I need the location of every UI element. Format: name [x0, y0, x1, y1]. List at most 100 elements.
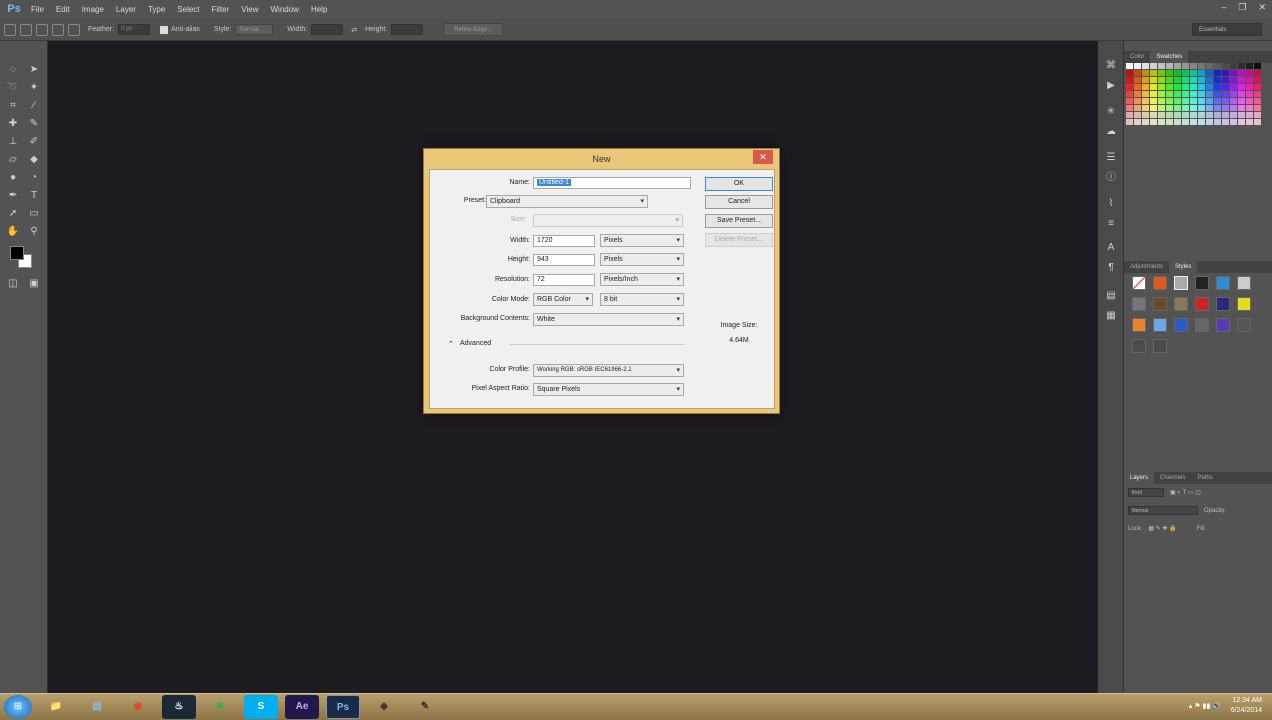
- marquee-tool-icon[interactable]: [4, 23, 16, 36]
- swatch-cell[interactable]: [1198, 77, 1205, 83]
- swatch-cell[interactable]: [1150, 112, 1157, 118]
- swatch-cell[interactable]: [1174, 105, 1181, 111]
- preset-select[interactable]: Clipboard: [486, 195, 648, 208]
- history-icon[interactable]: ⌘: [1104, 59, 1118, 73]
- swatch-cell[interactable]: [1158, 63, 1165, 69]
- swatch-cell[interactable]: [1126, 119, 1133, 125]
- swatch-cell[interactable]: [1182, 105, 1189, 111]
- color-profile-select[interactable]: Working RGB: sRGB IEC61966-2.1: [533, 364, 684, 377]
- explorer-icon[interactable]: 📁: [39, 695, 73, 719]
- eyedropper-icon[interactable]: ⁄: [27, 99, 41, 113]
- swatch-cell[interactable]: [1222, 70, 1229, 76]
- menu-file[interactable]: File: [25, 0, 50, 19]
- swatch-cell[interactable]: [1142, 63, 1149, 69]
- width-input[interactable]: 1720: [533, 235, 595, 247]
- swatch-cell[interactable]: [1166, 63, 1173, 69]
- style-swatch[interactable]: [1132, 297, 1146, 311]
- swatch-cell[interactable]: [1254, 70, 1261, 76]
- swatch-cell[interactable]: [1246, 91, 1253, 97]
- swatch-cell[interactable]: [1166, 70, 1173, 76]
- swatch-cell[interactable]: [1142, 70, 1149, 76]
- swatch-cell[interactable]: [1246, 63, 1253, 69]
- swatch-cell[interactable]: [1158, 98, 1165, 104]
- style-swatch[interactable]: [1216, 318, 1230, 332]
- swatch-cell[interactable]: [1166, 98, 1173, 104]
- swatch-cell[interactable]: [1166, 119, 1173, 125]
- eraser-icon[interactable]: ▱: [6, 153, 20, 167]
- menu-image[interactable]: Image: [76, 0, 110, 19]
- photoshop-taskbar-icon[interactable]: Ps: [326, 695, 360, 719]
- resolution-unit-select[interactable]: Pixels/Inch: [600, 273, 684, 286]
- swatch-cell[interactable]: [1174, 112, 1181, 118]
- swatch-cell[interactable]: [1222, 84, 1229, 90]
- swatch-cell[interactable]: [1214, 84, 1221, 90]
- marquee-icon[interactable]: ◌: [6, 63, 20, 77]
- swatch-cell[interactable]: [1166, 77, 1173, 83]
- swatch-cell[interactable]: [1214, 63, 1221, 69]
- swatch-cell[interactable]: [1190, 105, 1197, 111]
- magic-wand-icon[interactable]: ✦: [27, 81, 41, 95]
- style-swatch[interactable]: [1132, 276, 1146, 290]
- save-preset-button[interactable]: Save Preset...: [705, 214, 773, 228]
- swatch-cell[interactable]: [1166, 112, 1173, 118]
- swatch-cell[interactable]: [1206, 63, 1213, 69]
- path-selection-icon[interactable]: ➚: [6, 207, 20, 221]
- swatch-cell[interactable]: [1142, 84, 1149, 90]
- menu-help[interactable]: Help: [305, 0, 333, 19]
- swatch-cell[interactable]: [1166, 84, 1173, 90]
- swatch-cell[interactable]: [1150, 84, 1157, 90]
- menu-window[interactable]: Window: [265, 0, 305, 19]
- menu-layer[interactable]: Layer: [110, 0, 142, 19]
- swatch-cell[interactable]: [1158, 119, 1165, 125]
- swatch-cell[interactable]: [1134, 105, 1141, 111]
- tab-styles[interactable]: Styles: [1169, 261, 1198, 273]
- info-icon[interactable]: ☁: [1104, 125, 1118, 139]
- style-swatch[interactable]: [1237, 276, 1251, 290]
- swatch-cell[interactable]: [1214, 91, 1221, 97]
- swatch-cell[interactable]: [1142, 98, 1149, 104]
- steam-icon[interactable]: ♨: [162, 695, 196, 719]
- after-effects-icon[interactable]: Ae: [285, 695, 319, 719]
- swatch-cell[interactable]: [1254, 63, 1261, 69]
- clone-source-icon[interactable]: ≡: [1104, 217, 1118, 231]
- swatch-cell[interactable]: [1174, 119, 1181, 125]
- style-swatch[interactable]: [1132, 318, 1146, 332]
- type-icon[interactable]: T: [27, 189, 41, 203]
- advanced-label[interactable]: Advanced: [460, 340, 510, 347]
- clone-stamp-icon[interactable]: ⊥: [6, 135, 20, 149]
- swatch-cell[interactable]: [1158, 84, 1165, 90]
- swatch-cell[interactable]: [1230, 84, 1237, 90]
- swatch-cell[interactable]: [1166, 91, 1173, 97]
- feather-input[interactable]: 0 px: [118, 24, 151, 35]
- dodge-icon[interactable]: ◔: [27, 171, 41, 185]
- swatch-cell[interactable]: [1238, 77, 1245, 83]
- swatch-cell[interactable]: [1190, 91, 1197, 97]
- swatch-cell[interactable]: [1198, 63, 1205, 69]
- tab-swatches[interactable]: Swatches: [1150, 51, 1189, 63]
- swatch-cell[interactable]: [1254, 98, 1261, 104]
- swatch-cell[interactable]: [1142, 105, 1149, 111]
- style-swatch[interactable]: [1153, 339, 1167, 353]
- swatch-cell[interactable]: [1214, 112, 1221, 118]
- style-swatch[interactable]: [1153, 318, 1167, 332]
- swap-icon[interactable]: ⇄: [351, 26, 357, 34]
- swatch-cell[interactable]: [1238, 98, 1245, 104]
- style-select[interactable]: Normal: [235, 24, 274, 35]
- swatch-cell[interactable]: [1174, 98, 1181, 104]
- swatch-cell[interactable]: [1214, 98, 1221, 104]
- swatch-cell[interactable]: [1182, 119, 1189, 125]
- editor-icon[interactable]: ✎: [408, 695, 442, 719]
- layers-kind-select[interactable]: Kind: [1128, 488, 1164, 497]
- style-swatch[interactable]: [1153, 297, 1167, 311]
- swatch-cell[interactable]: [1126, 98, 1133, 104]
- width-unit-select[interactable]: Pixels: [600, 234, 684, 247]
- swatch-cell[interactable]: [1214, 105, 1221, 111]
- swatch-cell[interactable]: [1158, 91, 1165, 97]
- menu-filter[interactable]: Filter: [206, 0, 236, 19]
- tab-color[interactable]: Color: [1124, 51, 1150, 63]
- swatch-cell[interactable]: [1134, 98, 1141, 104]
- add-selection-icon[interactable]: [36, 23, 48, 36]
- swatch-cell[interactable]: [1182, 98, 1189, 104]
- swatch-cell[interactable]: [1230, 105, 1237, 111]
- swatch-cell[interactable]: [1190, 119, 1197, 125]
